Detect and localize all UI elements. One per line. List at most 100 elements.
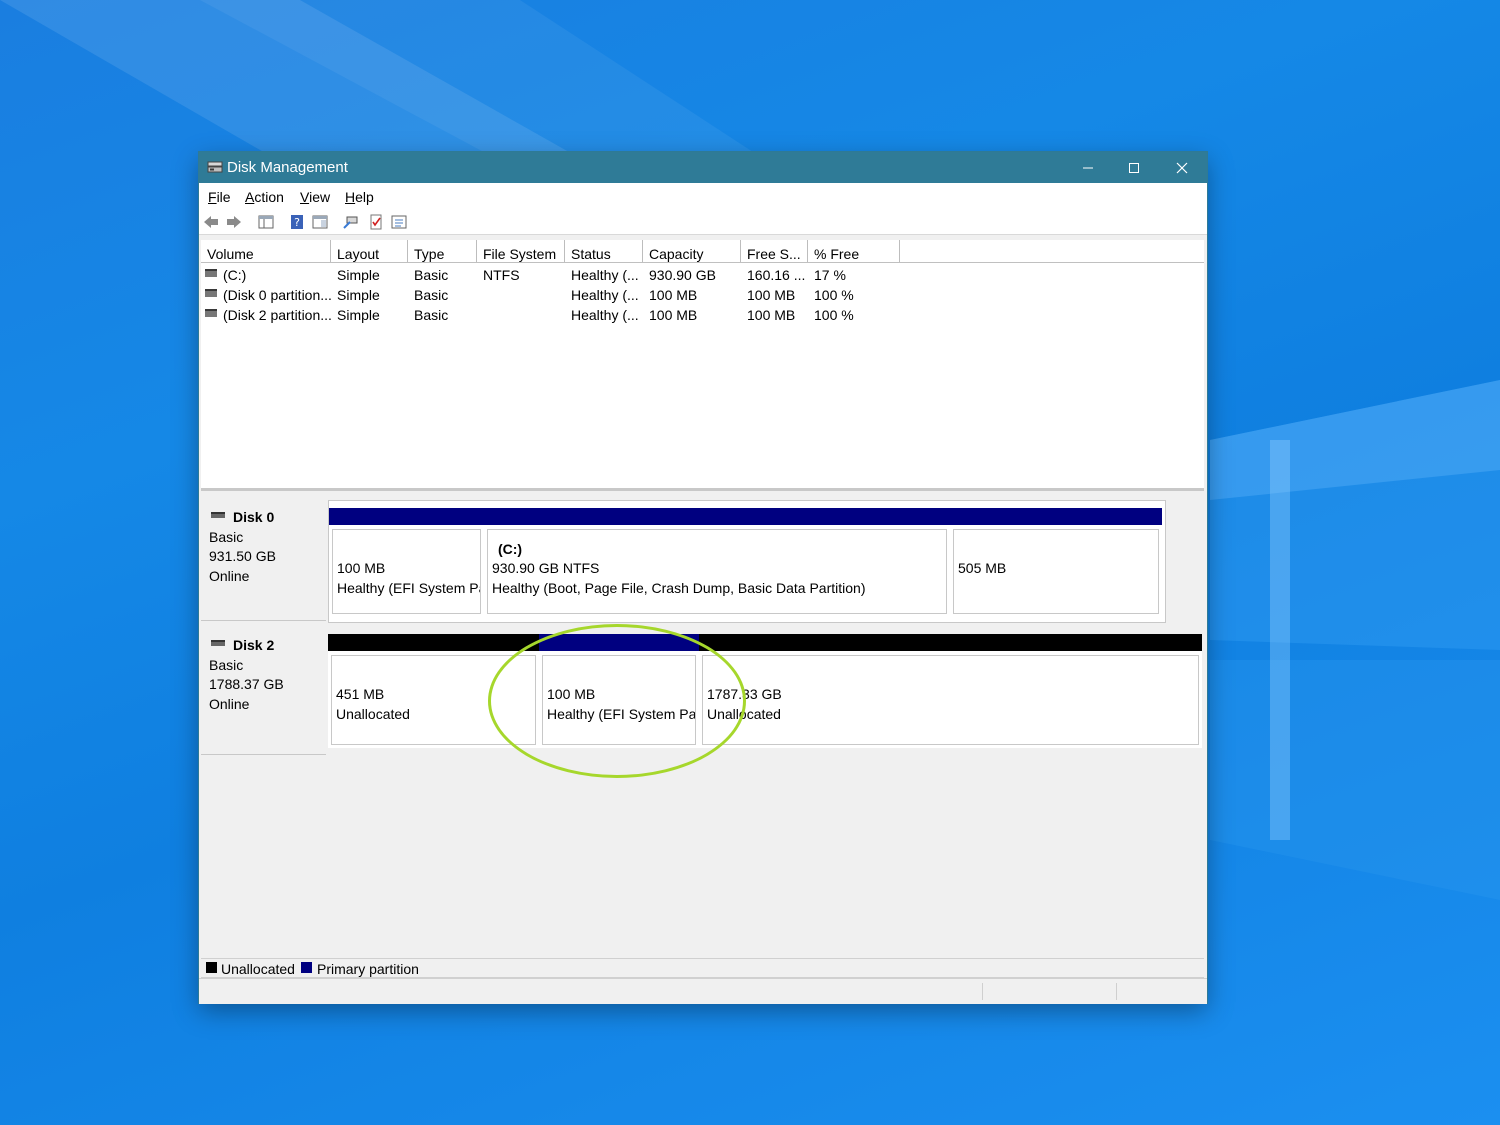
- volume-capacity: 100 MB: [649, 307, 698, 323]
- check-icon[interactable]: [368, 214, 384, 230]
- partition-recovery[interactable]: 505 MB: [950, 508, 1162, 617]
- column-header-layout[interactable]: Layout: [331, 240, 408, 263]
- disk-management-app-icon: [207, 160, 223, 178]
- partition-status: Unallocated: [336, 706, 410, 722]
- forward-arrow-icon[interactable]: [226, 214, 242, 230]
- maximize-icon: [1129, 162, 1139, 173]
- menu-file-label: ile: [216, 189, 231, 205]
- column-header-free-space[interactable]: Free S...: [741, 240, 808, 263]
- disk-size: 931.50 GB: [209, 548, 276, 564]
- minimize-icon: [1083, 167, 1093, 168]
- volume-name: (Disk 2 partition...: [223, 307, 332, 323]
- volume-free-space: 160.16 ...: [747, 267, 806, 283]
- partition-bar: [699, 634, 1202, 651]
- menu-help-label: elp: [355, 189, 374, 205]
- partition-bar: [328, 634, 539, 651]
- partition-body: 1787.33 GB Unallocated: [702, 655, 1199, 745]
- partition-c-drive[interactable]: (C:) 930.90 GB NTFS Healthy (Boot, Page …: [484, 508, 950, 617]
- volume-layout: Simple: [337, 267, 380, 283]
- console-tree-icon[interactable]: [258, 214, 274, 230]
- toolbar: ?: [199, 209, 1207, 235]
- legend-unallocated-label: Unallocated: [221, 961, 295, 977]
- partition-size: 930.90 GB NTFS: [492, 560, 600, 576]
- volume-row[interactable]: (Disk 2 partition... Simple Basic Health…: [201, 305, 1204, 325]
- volume-type: Basic: [414, 307, 449, 323]
- disk-0-partitions: 100 MB Healthy (EFI System Pa (C:) 930.9…: [328, 500, 1166, 623]
- properties-icon[interactable]: [312, 214, 328, 230]
- volume-percent-free: 100 %: [814, 287, 854, 303]
- volume-file-system: NTFS: [483, 267, 520, 283]
- partition-status: Healthy (Boot, Page File, Crash Dump, Ba…: [492, 580, 866, 596]
- drive-icon: [205, 309, 217, 317]
- volume-row[interactable]: (Disk 0 partition... Simple Basic Health…: [201, 285, 1204, 305]
- menu-help-accel: H: [345, 189, 356, 205]
- volume-type: Basic: [414, 267, 449, 283]
- legend-unallocated-swatch: [206, 962, 217, 973]
- partition-bar: [539, 634, 699, 651]
- maximize-button[interactable]: [1111, 152, 1157, 183]
- volume-layout: Simple: [337, 307, 380, 323]
- volume-percent-free: 100 %: [814, 307, 854, 323]
- rescan-icon[interactable]: [343, 214, 359, 230]
- close-button[interactable]: [1159, 152, 1205, 183]
- partition-efi-system[interactable]: 100 MB Healthy (EFI System Pa: [329, 508, 484, 617]
- title-bar[interactable]: Disk Management: [199, 152, 1207, 183]
- drive-icon: [205, 269, 217, 277]
- column-header-volume[interactable]: Volume: [201, 240, 331, 263]
- menu-action-label: ction: [254, 189, 284, 205]
- disk-name: Disk 0: [233, 509, 275, 525]
- menu-action[interactable]: Action: [245, 189, 284, 205]
- back-arrow-icon[interactable]: [203, 214, 219, 230]
- volume-status: Healthy (...: [571, 287, 639, 303]
- partition-bar: [950, 508, 1162, 525]
- disk-state: Online: [209, 696, 250, 712]
- column-header-status[interactable]: Status: [565, 240, 643, 263]
- volume-capacity: 930.90 GB: [649, 267, 716, 283]
- disk-2-info[interactable]: Disk 2 Basic 1788.37 GB Online: [201, 628, 326, 755]
- volume-list[interactable]: Volume Layout Type File System Status Ca…: [201, 240, 1204, 491]
- partition-unallocated-451mb[interactable]: 451 MB Unallocated: [328, 634, 539, 748]
- disk-icon: [211, 512, 225, 518]
- disk-graphical-view: Disk 0 Basic 931.50 GB Online 100 MB Hea…: [201, 494, 1204, 977]
- partition-body: 100 MB Healthy (EFI System Pa: [332, 529, 481, 614]
- partition-bar: [484, 508, 950, 525]
- menu-action-accel: A: [245, 189, 255, 205]
- column-header-percent-free[interactable]: % Free: [808, 240, 900, 263]
- partition-title: (C:): [498, 541, 523, 557]
- disk-management-window: Disk Management File Action View Help ? …: [199, 152, 1207, 1004]
- settings-list-icon[interactable]: [391, 214, 407, 230]
- menu-view-accel: V: [300, 189, 310, 205]
- close-icon: [1176, 162, 1188, 173]
- volume-free-space: 100 MB: [747, 307, 796, 323]
- volume-type: Basic: [414, 287, 449, 303]
- drive-icon: [205, 289, 217, 297]
- partition-size: 100 MB: [547, 686, 596, 702]
- legend-primary-swatch: [301, 962, 312, 973]
- disk-type: Basic: [209, 529, 244, 545]
- menu-view[interactable]: View: [300, 189, 330, 205]
- status-separator: [982, 983, 983, 1000]
- menu-bar: File Action View Help: [199, 183, 1207, 209]
- partition-bar: [329, 508, 484, 525]
- partition-status: Unallocated: [707, 706, 781, 722]
- volume-percent-free: 17 %: [814, 267, 846, 283]
- partition-unallocated-1787gb[interactable]: 1787.33 GB Unallocated: [699, 634, 1202, 748]
- minimize-button[interactable]: [1065, 152, 1111, 183]
- partition-status: Healthy (EFI System Pa: [337, 580, 481, 596]
- partition-size: 1787.33 GB: [707, 686, 782, 702]
- partition-size: 451 MB: [336, 686, 385, 702]
- status-bar: [199, 978, 1207, 1004]
- column-header-capacity[interactable]: Capacity: [643, 240, 741, 263]
- partition-efi-system-disk2[interactable]: 100 MB Healthy (EFI System Pa: [539, 634, 699, 748]
- partition-body: 451 MB Unallocated: [331, 655, 536, 745]
- column-header-file-system[interactable]: File System: [477, 240, 565, 263]
- volume-row[interactable]: (C:) Simple Basic NTFS Healthy (... 930.…: [201, 265, 1204, 285]
- column-header-type[interactable]: Type: [408, 240, 477, 263]
- menu-help[interactable]: Help: [345, 189, 374, 205]
- help-icon[interactable]: ?: [289, 214, 305, 230]
- partition-body: 505 MB: [953, 529, 1159, 614]
- disk-0-info[interactable]: Disk 0 Basic 931.50 GB Online: [201, 500, 326, 621]
- volume-free-space: 100 MB: [747, 287, 796, 303]
- menu-file[interactable]: File: [208, 189, 231, 205]
- disk-type: Basic: [209, 657, 244, 673]
